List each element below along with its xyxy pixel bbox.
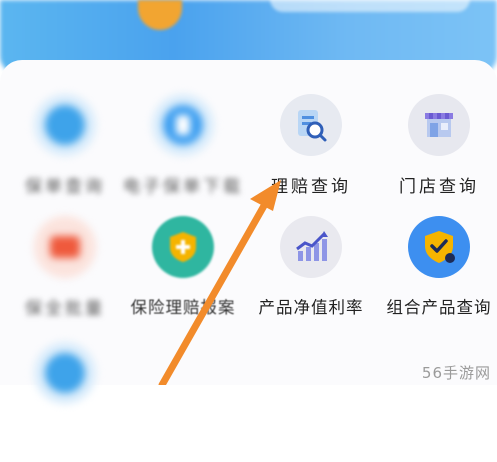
watermark: 56手游网 xyxy=(421,364,491,382)
annotation-arrow xyxy=(158,180,281,385)
